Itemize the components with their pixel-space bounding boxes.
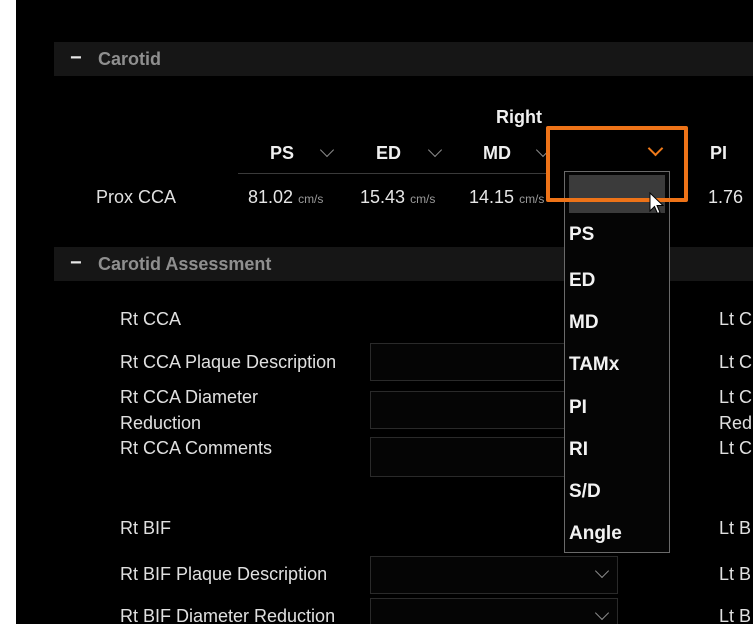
label-rt-cca-comments: Rt CCA Comments xyxy=(120,438,273,458)
ps-value: 81.02 xyxy=(248,187,294,207)
ps-unit: cm/s xyxy=(298,192,324,206)
label-rt-cca-diameter-2: Reduction xyxy=(120,413,202,433)
rt-cca-comments-field[interactable] xyxy=(370,437,566,477)
label-rt-cca: Rt CCA xyxy=(120,309,182,329)
column-header-ps[interactable]: PS xyxy=(270,143,294,164)
label-rt-cca-plaque: Rt CCA Plaque Description xyxy=(120,352,337,372)
header-divider xyxy=(238,173,548,174)
rt-cca-plaque-field[interactable] xyxy=(370,343,566,381)
ed-unit: cm/s xyxy=(410,192,436,206)
label-lt-cca: Lt C xyxy=(719,309,753,329)
label-lt-cca-plaque: Lt C xyxy=(719,352,753,372)
dropdown-option-ps[interactable]: PS xyxy=(569,224,594,246)
side-label-right: Right xyxy=(496,107,542,127)
dropdown-option-ri[interactable]: RI xyxy=(569,439,588,461)
ultrasound-report-screen: − Carotid Right PS ED MD PI Prox CCA 81.… xyxy=(16,0,753,624)
column-header-pi[interactable]: PI xyxy=(710,143,727,164)
label-rt-cca-diameter: Rt CCA Diameter xyxy=(120,387,259,407)
chevron-down-icon[interactable] xyxy=(319,142,335,158)
md-unit: cm/s xyxy=(519,192,545,206)
md-value-cell[interactable]: 14.15 cm/s xyxy=(469,187,544,208)
ps-value-cell[interactable]: 81.02 cm/s xyxy=(248,187,323,208)
chevron-down-icon xyxy=(594,605,610,621)
mouse-pointer-icon xyxy=(649,192,665,215)
ed-value: 15.43 xyxy=(360,187,406,207)
rt-bif-plaque-select[interactable] xyxy=(370,556,618,594)
label-lt-bif-diameter: Lt B xyxy=(719,606,752,624)
label-lt-cca-diameter-2: Red xyxy=(719,413,753,433)
rt-bif-diameter-select[interactable] xyxy=(370,598,618,624)
dropdown-option-md[interactable]: MD xyxy=(569,312,599,334)
dropdown-option-sd[interactable]: S/D xyxy=(569,481,601,503)
label-lt-bif: Lt B xyxy=(719,518,752,538)
highlight-box xyxy=(546,126,688,202)
chevron-down-icon xyxy=(594,563,610,579)
column-header-ed[interactable]: ED xyxy=(376,143,401,164)
row-label-prox-cca: Prox CCA xyxy=(96,187,177,207)
dropdown-option-pi[interactable]: PI xyxy=(569,397,587,419)
dropdown-option-tamx[interactable]: TAMx xyxy=(569,354,619,376)
dropdown-option-ed[interactable]: ED xyxy=(569,270,595,292)
chevron-down-icon[interactable] xyxy=(427,142,443,158)
section-title: Carotid xyxy=(98,49,161,69)
collapse-icon[interactable]: − xyxy=(70,252,82,275)
column-header-md[interactable]: MD xyxy=(483,143,511,164)
label-lt-cca-diameter: Lt C xyxy=(719,387,753,407)
collapse-icon[interactable]: − xyxy=(70,47,82,70)
rt-cca-diameter-field[interactable] xyxy=(370,391,566,429)
carotid-section-header[interactable]: − Carotid xyxy=(54,42,753,76)
column-parameter-dropdown[interactable]: PS ED MD TAMx PI RI S/D Angle xyxy=(564,171,670,553)
md-value: 14.15 xyxy=(469,187,515,207)
section-title: Carotid Assessment xyxy=(98,254,272,274)
ed-value-cell[interactable]: 15.43 cm/s xyxy=(360,187,435,208)
label-rt-bif: Rt BIF xyxy=(120,518,172,538)
pi-value-cell[interactable]: 1.76 xyxy=(708,187,743,208)
label-rt-bif-diameter: Rt BIF Diameter Reduction xyxy=(120,606,336,624)
label-rt-bif-plaque: Rt BIF Plaque Description xyxy=(120,564,328,584)
label-lt-cca-comments: Lt C xyxy=(719,438,753,458)
dropdown-option-angle[interactable]: Angle xyxy=(569,523,622,545)
label-lt-bif-plaque: Lt B xyxy=(719,564,752,584)
